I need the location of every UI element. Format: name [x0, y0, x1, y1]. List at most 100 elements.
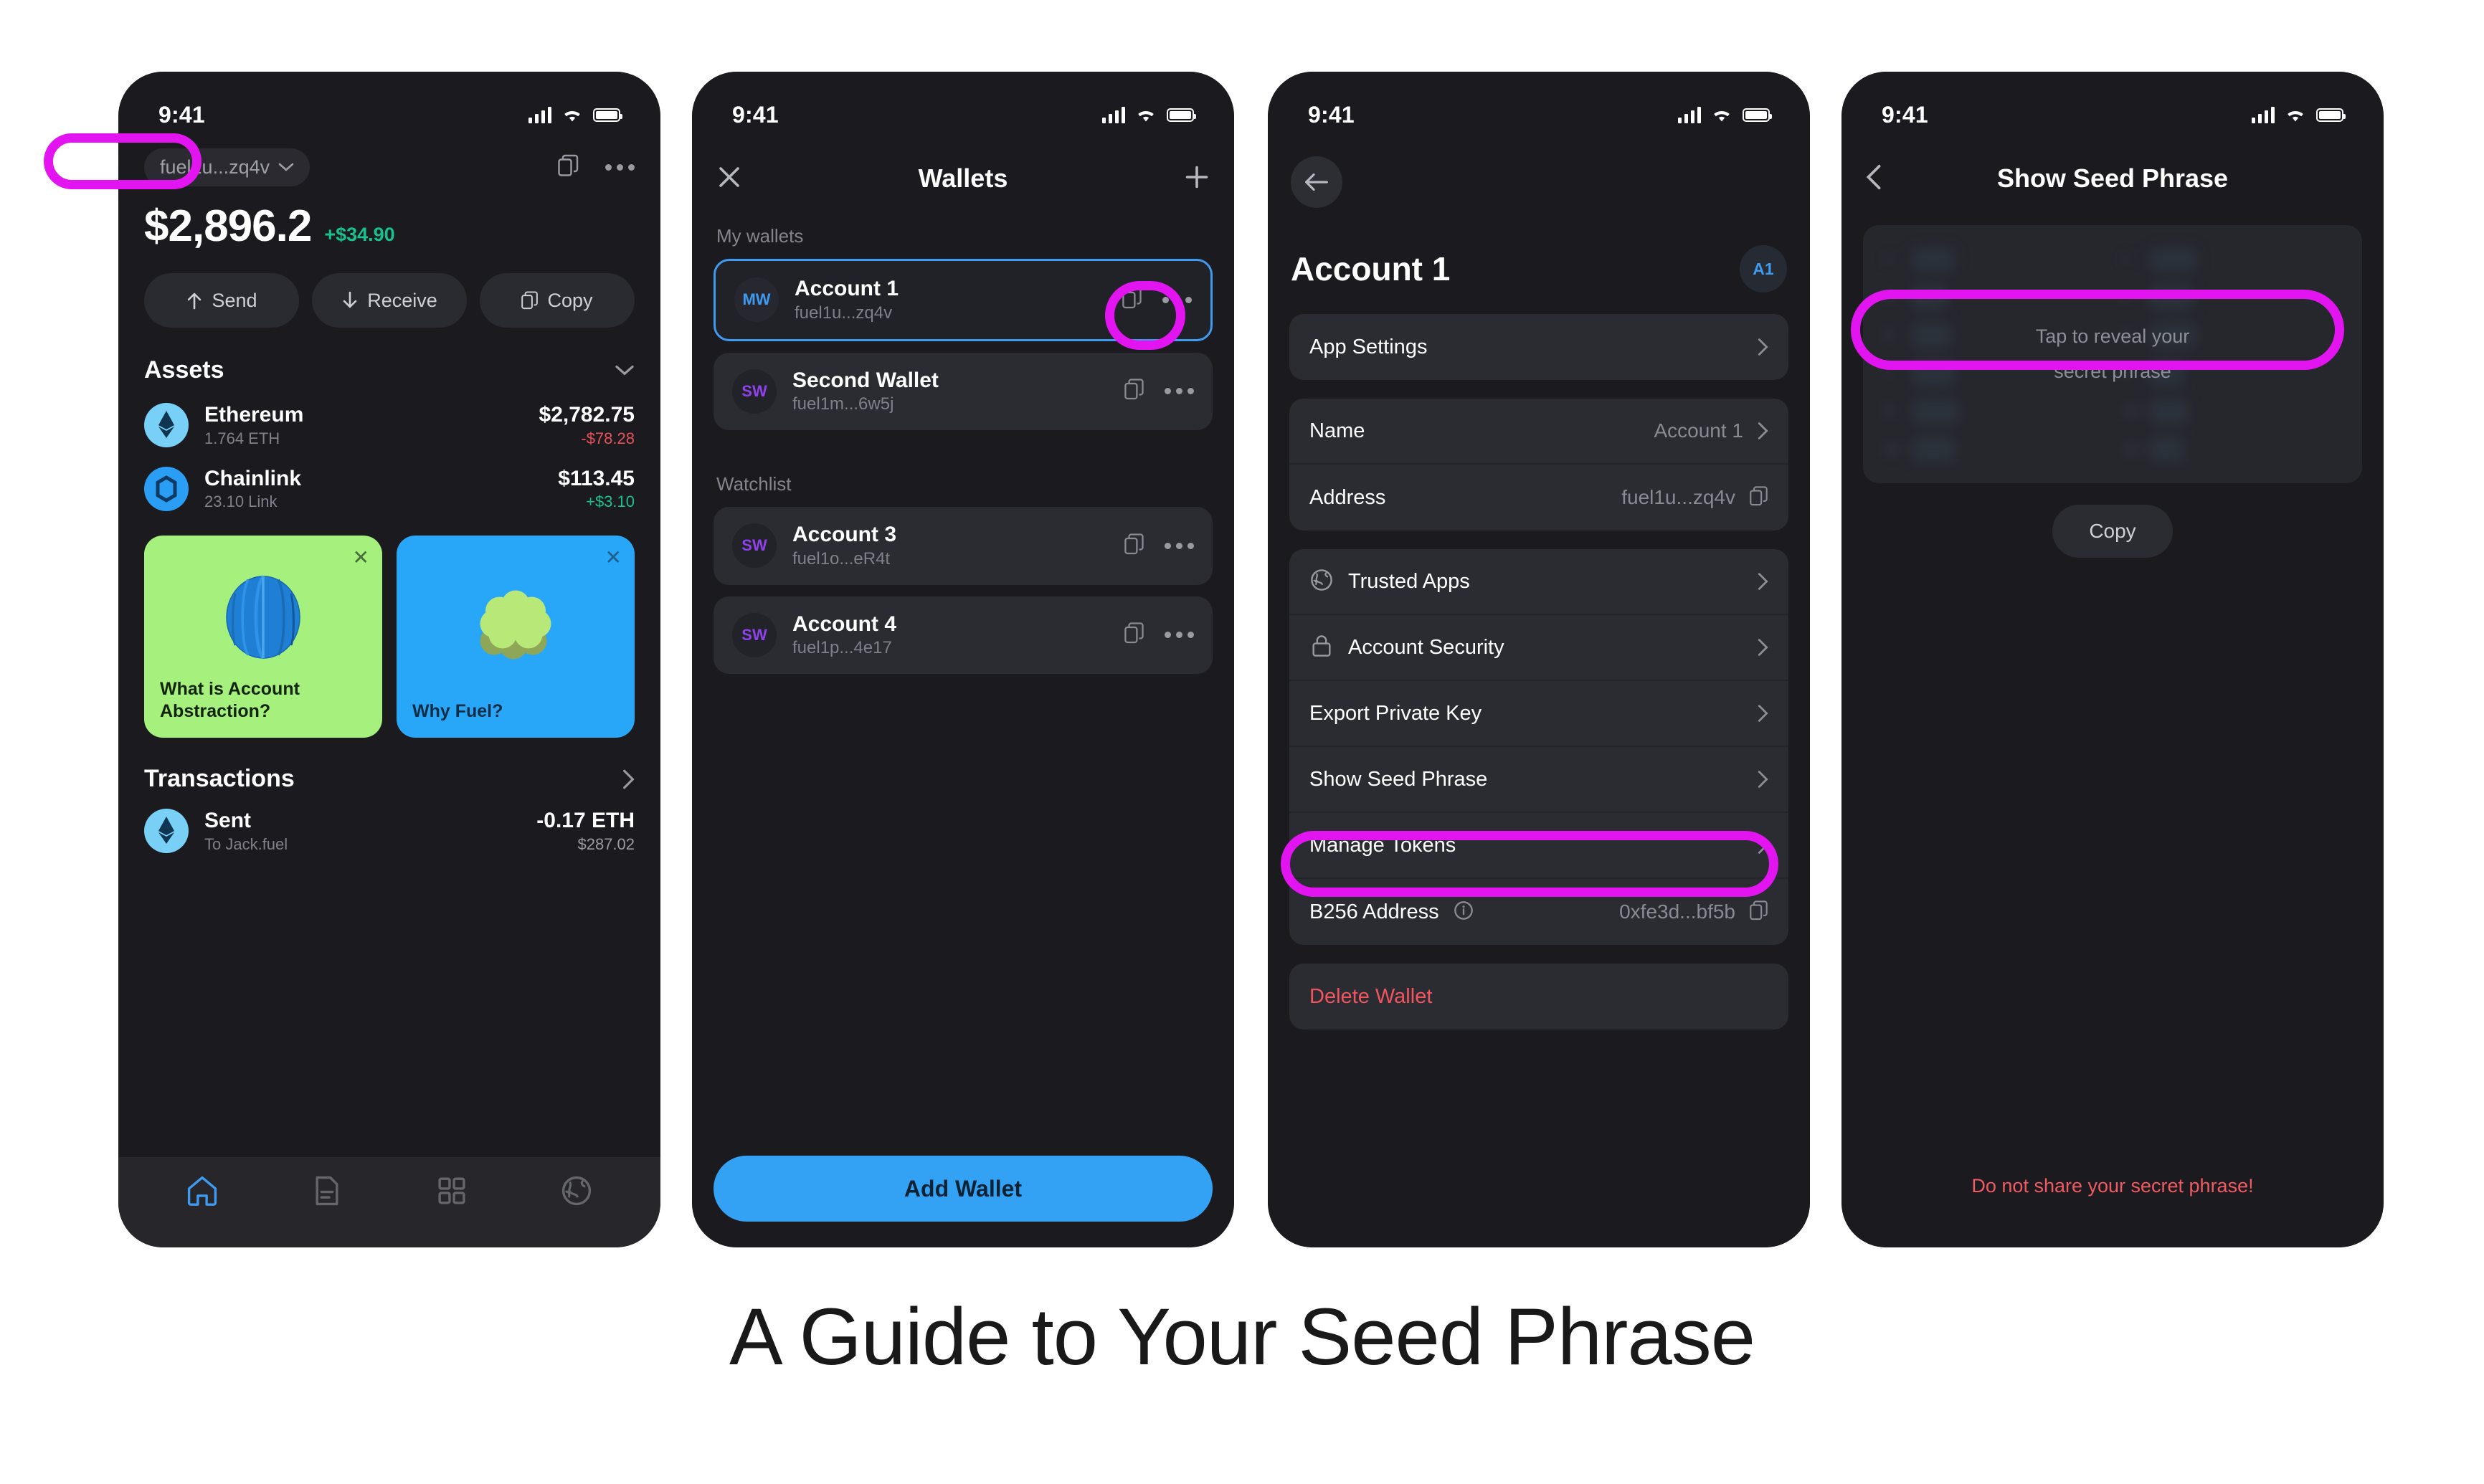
b256-address-row[interactable]: B256 Address 0xfe3d...bf5b	[1289, 879, 1788, 945]
wallet-row-more-button[interactable]	[1162, 296, 1192, 303]
tap-to-reveal-text: Tap to reveal your secret phrase	[1863, 225, 2362, 483]
close-icon[interactable]: ✕	[353, 546, 369, 569]
wallet-name: Second Wallet	[792, 368, 939, 392]
receive-button[interactable]: Receive	[312, 273, 467, 328]
asset-name: Chainlink	[204, 466, 302, 490]
wallet-row-more-button[interactable]	[1165, 388, 1194, 395]
nav-document-icon[interactable]	[310, 1174, 343, 1211]
nav-grid-icon[interactable]	[435, 1174, 468, 1211]
settings-group-identity: Name Account 1 Address fuel1u...zq4v	[1289, 399, 1788, 531]
promo-card-title: Why Fuel?	[412, 700, 503, 721]
assets-section-header[interactable]: Assets	[118, 356, 660, 384]
wifi-icon	[561, 107, 583, 123]
promo-art-sphere	[160, 551, 366, 678]
wallet-row-account-1[interactable]: MW Account 1 fuel1u...zq4v	[714, 259, 1213, 341]
copy-icon[interactable]	[1122, 287, 1142, 313]
account-security-row[interactable]: Account Security	[1289, 615, 1788, 681]
close-icon[interactable]: ✕	[605, 546, 622, 569]
reveal-line-1: Tap to reveal your	[2035, 325, 2190, 347]
row-label: Export Private Key	[1309, 701, 1482, 725]
asset-row-chainlink[interactable]: Chainlink 23.10 Link $113.45 +$3.10	[118, 467, 660, 512]
copy-seed-button[interactable]: Copy	[2052, 505, 2173, 558]
wallet-row-account-4[interactable]: SW Account 4 fuel1p...4e17	[714, 596, 1213, 674]
transaction-type: Sent	[204, 809, 252, 832]
arrow-up-icon	[188, 292, 202, 310]
status-clock: 9:41	[1882, 101, 1928, 128]
seed-warning-text: Do not share your secret phrase!	[1971, 1175, 2254, 1197]
close-icon[interactable]	[716, 164, 742, 194]
name-row[interactable]: Name Account 1	[1289, 399, 1788, 465]
export-private-key-row[interactable]: Export Private Key	[1289, 681, 1788, 747]
wallet-row-more-button[interactable]	[1165, 542, 1194, 549]
poster-caption: A Guide to Your Seed Phrase	[729, 1292, 1755, 1381]
copy-button[interactable]: Copy	[480, 273, 635, 328]
wallet-address: fuel1o...eR4t	[792, 548, 891, 569]
watchlist-label: Watchlist	[716, 473, 792, 495]
back-button[interactable]	[1291, 156, 1342, 208]
status-bar: 9:41	[1841, 72, 2384, 141]
wallet-name: Account 1	[795, 277, 899, 300]
tap-to-reveal-area[interactable]: 1 2 3 4 5 6 7 8 9 10 11 12 Tap to reveal…	[1863, 225, 2362, 483]
battery-icon	[1743, 108, 1772, 122]
show-seed-phrase-row[interactable]: Show Seed Phrase	[1289, 747, 1788, 813]
add-wallet-button[interactable]: Add Wallet	[714, 1156, 1213, 1222]
nav-globe-icon[interactable]	[560, 1174, 593, 1211]
more-options-icon[interactable]	[605, 163, 635, 171]
address-row[interactable]: Address fuel1u...zq4v	[1289, 465, 1788, 531]
copy-icon[interactable]	[1124, 622, 1144, 647]
arrow-left-icon	[1305, 173, 1328, 191]
transaction-amount: -0.17 ETH	[536, 809, 635, 832]
send-button[interactable]: Send	[144, 273, 299, 328]
row-label: App Settings	[1309, 335, 1428, 358]
status-bar: 9:41	[118, 72, 660, 141]
seed-phrase-top-bar: Show Seed Phrase	[1841, 148, 2384, 209]
manage-tokens-row[interactable]: Manage Tokens	[1289, 813, 1788, 879]
wallet-row-account-3[interactable]: SW Account 3 fuel1o...eR4t	[714, 507, 1213, 585]
transaction-row[interactable]: Sent To Jack.fuel -0.17 ETH $287.02	[118, 809, 660, 854]
status-clock: 9:41	[732, 101, 779, 128]
asset-value: $113.45	[558, 466, 635, 490]
chevron-right-icon	[1758, 837, 1768, 854]
chevron-down-icon[interactable]	[615, 365, 635, 376]
row-label: Name	[1309, 419, 1365, 442]
chevron-right-icon	[1758, 338, 1768, 356]
copy-icon[interactable]	[1124, 533, 1144, 558]
promo-card-why-fuel[interactable]: ✕ Why Fuel?	[397, 536, 635, 738]
settings-group-app: App Settings	[1289, 314, 1788, 380]
copy-icon[interactable]	[1750, 900, 1768, 924]
plus-icon[interactable]	[1184, 164, 1210, 194]
wallet-row-second-wallet[interactable]: SW Second Wallet fuel1m...6w5j	[714, 352, 1213, 430]
reveal-line-2: secret phrase	[2054, 361, 2171, 382]
transactions-title: Transactions	[144, 765, 295, 792]
row-label: Account Security	[1348, 635, 1504, 659]
row-value: 0xfe3d...bf5b	[1619, 900, 1735, 923]
wallet-row-more-button[interactable]	[1165, 632, 1194, 639]
delete-wallet-row[interactable]: Delete Wallet	[1289, 964, 1788, 1029]
cellular-signal-icon	[528, 106, 551, 123]
nav-home-icon[interactable]	[186, 1174, 219, 1211]
chevron-right-icon[interactable]	[622, 769, 635, 790]
asset-row-ethereum[interactable]: Ethereum 1.764 ETH $2,782.75 -$78.28	[118, 403, 660, 448]
copy-icon[interactable]	[1750, 485, 1768, 510]
receive-button-label: Receive	[367, 289, 437, 311]
copy-icon[interactable]	[558, 154, 579, 181]
cellular-signal-icon	[2252, 106, 2275, 123]
arrow-down-icon	[343, 291, 357, 308]
account-badge: A1	[1740, 245, 1787, 292]
send-button-label: Send	[212, 289, 257, 311]
info-icon[interactable]	[1454, 900, 1606, 924]
asset-amount: 1.764 ETH	[204, 429, 280, 447]
promo-card-account-abstraction[interactable]: ✕ What is Account Abstraction?	[144, 536, 382, 738]
asset-value: $2,782.75	[539, 403, 635, 427]
phone-3-account-settings-screen: 9:41 Account 1 A1 App Settings Name Acco…	[1268, 72, 1810, 1247]
app-settings-row[interactable]: App Settings	[1289, 314, 1788, 380]
transactions-section-header[interactable]: Transactions	[118, 765, 660, 793]
address-pill[interactable]: fuel1u...zq4v	[144, 148, 310, 186]
row-label: B256 Address	[1309, 900, 1439, 923]
transaction-fiat: $287.02	[577, 834, 635, 853]
status-bar: 9:41	[692, 72, 1234, 141]
promo-cards: ✕ What is Account Abstraction? ✕ Why Fue…	[118, 536, 660, 738]
trusted-apps-row[interactable]: Trusted Apps	[1289, 549, 1788, 615]
copy-icon[interactable]	[1124, 379, 1144, 404]
asset-name: Ethereum	[204, 403, 304, 427]
